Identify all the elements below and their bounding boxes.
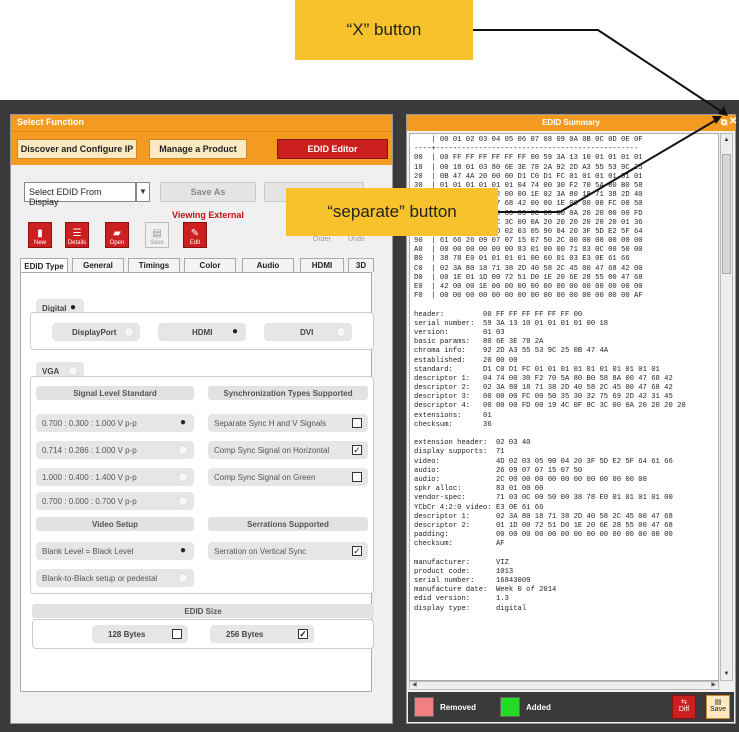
callout-arrows xyxy=(473,29,728,213)
x-callout-arrow xyxy=(473,29,723,113)
separate-callout-arrow xyxy=(498,119,717,213)
separate-arrow-head xyxy=(712,116,722,124)
